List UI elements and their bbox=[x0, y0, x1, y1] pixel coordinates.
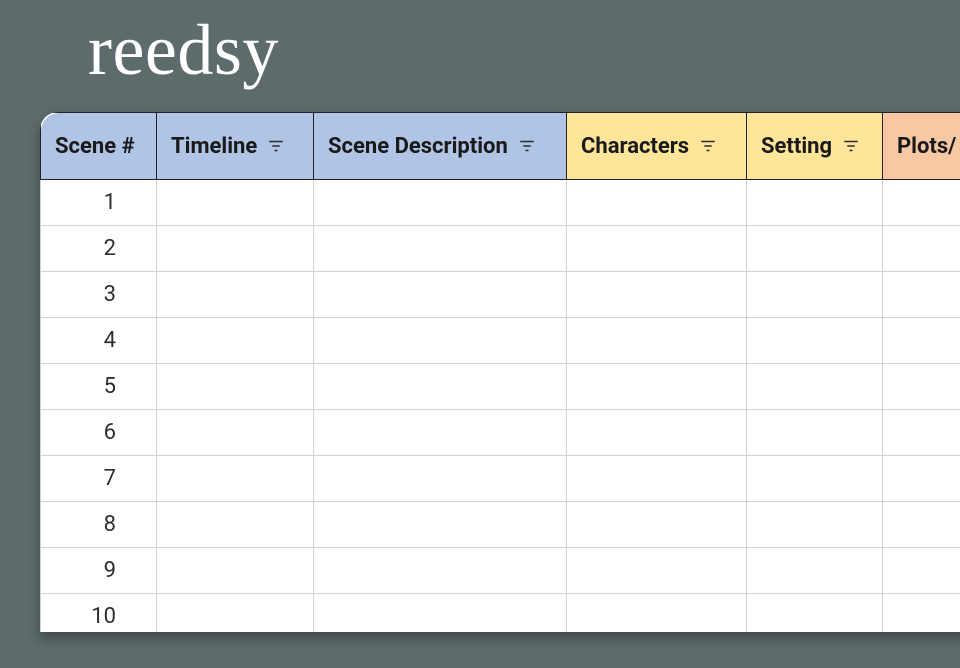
row-number-cell[interactable]: 2 bbox=[41, 226, 157, 272]
cell-characters[interactable] bbox=[567, 594, 747, 633]
row-number-cell[interactable]: 9 bbox=[41, 548, 157, 594]
cell-timeline[interactable] bbox=[157, 502, 314, 548]
cell-plots[interactable] bbox=[883, 594, 960, 633]
row-number-cell[interactable]: 6 bbox=[41, 410, 157, 456]
cell-setting[interactable] bbox=[747, 456, 883, 502]
cell-timeline[interactable] bbox=[157, 318, 314, 364]
brand-logo-text: reedsy bbox=[88, 14, 279, 86]
cell-plots[interactable] bbox=[883, 318, 960, 364]
cell-plots[interactable] bbox=[883, 272, 960, 318]
table-row: 4 bbox=[41, 318, 960, 364]
cell-desc[interactable] bbox=[314, 318, 567, 364]
cell-plots[interactable] bbox=[883, 180, 960, 226]
cell-timeline[interactable] bbox=[157, 410, 314, 456]
row-number-cell[interactable]: 3 bbox=[41, 272, 157, 318]
cell-characters[interactable] bbox=[567, 364, 747, 410]
table-row: 10 bbox=[41, 594, 960, 633]
column-header-label: Scene Description bbox=[328, 134, 508, 159]
cell-plots[interactable] bbox=[883, 226, 960, 272]
cell-timeline[interactable] bbox=[157, 226, 314, 272]
column-header-timeline[interactable]: Timeline bbox=[157, 113, 314, 180]
table-row: 1 bbox=[41, 180, 960, 226]
cell-plots[interactable] bbox=[883, 456, 960, 502]
table-row: 9 bbox=[41, 548, 960, 594]
cell-setting[interactable] bbox=[747, 410, 883, 456]
cell-desc[interactable] bbox=[314, 226, 567, 272]
cell-setting[interactable] bbox=[747, 226, 883, 272]
row-number-cell[interactable]: 7 bbox=[41, 456, 157, 502]
table-row: 7 bbox=[41, 456, 960, 502]
row-number-cell[interactable]: 5 bbox=[41, 364, 157, 410]
table-row: 5 bbox=[41, 364, 960, 410]
cell-timeline[interactable] bbox=[157, 456, 314, 502]
cell-timeline[interactable] bbox=[157, 364, 314, 410]
cell-plots[interactable] bbox=[883, 548, 960, 594]
cell-setting[interactable] bbox=[747, 318, 883, 364]
cell-setting[interactable] bbox=[747, 502, 883, 548]
table-row: 2 bbox=[41, 226, 960, 272]
cell-desc[interactable] bbox=[314, 180, 567, 226]
column-header-plots[interactable]: Plots/ bbox=[883, 113, 960, 180]
cell-characters[interactable] bbox=[567, 180, 747, 226]
filter-icon[interactable] bbox=[699, 137, 717, 155]
cell-characters[interactable] bbox=[567, 548, 747, 594]
cell-desc[interactable] bbox=[314, 410, 567, 456]
table-header-row: Scene # Timeline Scene bbox=[41, 113, 960, 180]
row-number-cell[interactable]: 1 bbox=[41, 180, 157, 226]
cell-characters[interactable] bbox=[567, 502, 747, 548]
cell-characters[interactable] bbox=[567, 456, 747, 502]
cell-timeline[interactable] bbox=[157, 180, 314, 226]
column-header-setting[interactable]: Setting bbox=[747, 113, 883, 180]
cell-plots[interactable] bbox=[883, 364, 960, 410]
cell-timeline[interactable] bbox=[157, 548, 314, 594]
column-header-label: Setting bbox=[761, 134, 832, 159]
cell-characters[interactable] bbox=[567, 272, 747, 318]
cell-setting[interactable] bbox=[747, 180, 883, 226]
column-header-label: Scene # bbox=[55, 134, 135, 159]
cell-desc[interactable] bbox=[314, 456, 567, 502]
cell-desc[interactable] bbox=[314, 548, 567, 594]
cell-setting[interactable] bbox=[747, 548, 883, 594]
cell-desc[interactable] bbox=[314, 364, 567, 410]
column-header-label: Characters bbox=[581, 134, 689, 159]
column-header-label: Timeline bbox=[171, 134, 257, 159]
scene-table: Scene # Timeline Scene bbox=[40, 112, 960, 632]
column-header-characters[interactable]: Characters bbox=[567, 113, 747, 180]
cell-timeline[interactable] bbox=[157, 272, 314, 318]
row-number-cell[interactable]: 8 bbox=[41, 502, 157, 548]
cell-setting[interactable] bbox=[747, 272, 883, 318]
cell-characters[interactable] bbox=[567, 318, 747, 364]
cell-timeline[interactable] bbox=[157, 594, 314, 633]
cell-setting[interactable] bbox=[747, 364, 883, 410]
cell-desc[interactable] bbox=[314, 502, 567, 548]
cell-desc[interactable] bbox=[314, 594, 567, 633]
scene-spreadsheet: Scene # Timeline Scene bbox=[40, 112, 960, 632]
cell-characters[interactable] bbox=[567, 226, 747, 272]
cell-desc[interactable] bbox=[314, 272, 567, 318]
column-header-scene-number[interactable]: Scene # bbox=[41, 113, 157, 180]
table-row: 8 bbox=[41, 502, 960, 548]
cell-setting[interactable] bbox=[747, 594, 883, 633]
filter-icon[interactable] bbox=[842, 137, 860, 155]
cell-characters[interactable] bbox=[567, 410, 747, 456]
column-header-scene-description[interactable]: Scene Description bbox=[314, 113, 567, 180]
filter-icon[interactable] bbox=[518, 137, 536, 155]
column-header-label: Plots/ bbox=[897, 134, 956, 159]
table-row: 3 bbox=[41, 272, 960, 318]
row-number-cell[interactable]: 4 bbox=[41, 318, 157, 364]
cell-plots[interactable] bbox=[883, 410, 960, 456]
row-number-cell[interactable]: 10 bbox=[41, 594, 157, 633]
filter-icon[interactable] bbox=[267, 137, 285, 155]
cell-plots[interactable] bbox=[883, 502, 960, 548]
table-row: 6 bbox=[41, 410, 960, 456]
